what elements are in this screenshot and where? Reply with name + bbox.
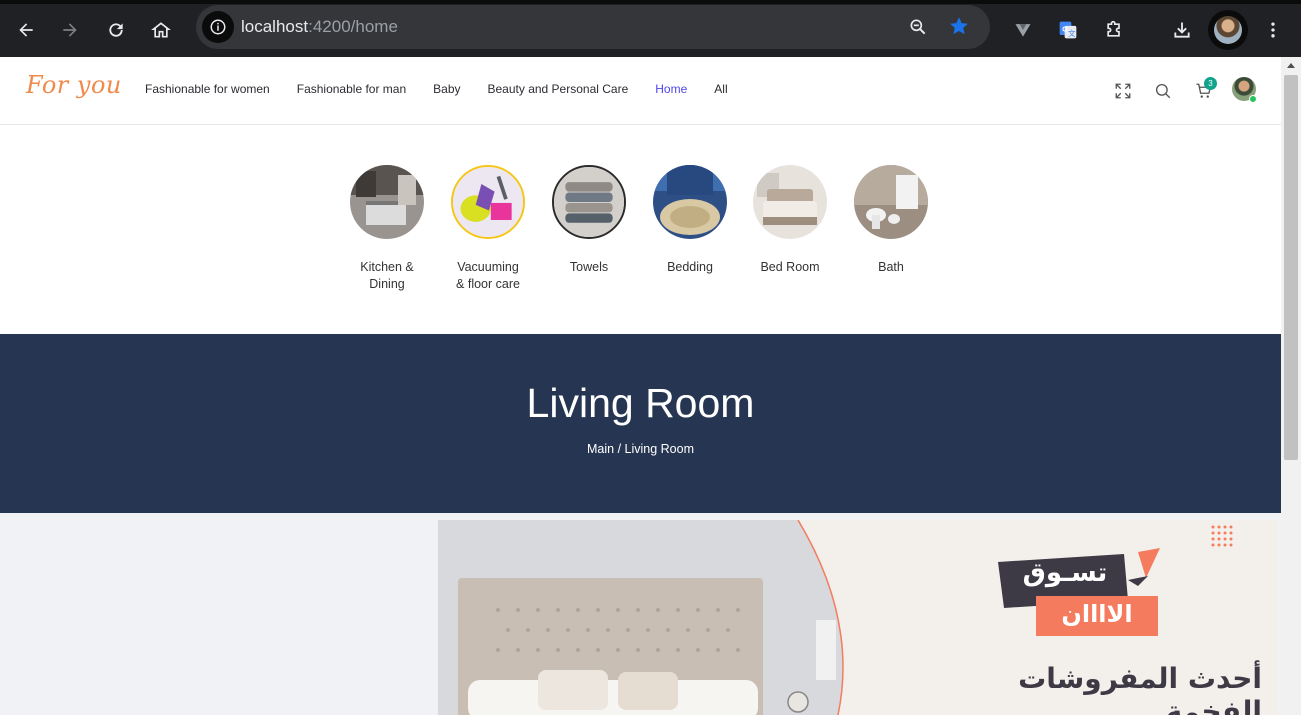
promo-banner[interactable]: تسـوق الاااان أحدث المفروشات الفخمة <box>438 520 1278 715</box>
category-bed-room[interactable]: Bed Room <box>745 165 835 276</box>
page-title: Living Room <box>526 380 755 426</box>
extensions-puzzle-icon[interactable] <box>1096 12 1132 48</box>
fullscreen-icon[interactable] <box>1112 80 1134 102</box>
site-info-icon[interactable] <box>202 11 234 43</box>
browser-toolbar: localhost:4200/home G文 <box>0 0 1301 57</box>
address-bar[interactable]: localhost:4200/home <box>196 5 990 49</box>
online-status-dot <box>1249 95 1257 103</box>
category-kitchen-dining[interactable]: Kitchen & Dining <box>342 165 432 293</box>
category-bedding[interactable]: Bedding <box>645 165 735 276</box>
back-icon[interactable] <box>8 12 44 48</box>
category-image <box>753 165 827 239</box>
category-image <box>350 165 424 239</box>
category-label: & floor care <box>456 277 520 291</box>
category-image <box>653 165 727 239</box>
category-label: Bedding <box>667 260 713 274</box>
url-text[interactable]: localhost:4200/home <box>241 17 398 37</box>
nav-item-home[interactable]: Home <box>655 82 687 96</box>
promo-shop-now-line2: الاااان <box>1061 600 1133 628</box>
category-label: Vacuuming <box>457 260 519 274</box>
cart-count-badge: 3 <box>1204 77 1217 90</box>
profile-avatar[interactable] <box>1208 10 1248 50</box>
search-icon[interactable] <box>1152 80 1174 102</box>
category-label: Towels <box>569 260 609 274</box>
category-vacuuming[interactable]: Vacuuming & floor care <box>443 165 533 293</box>
category-image <box>552 165 626 239</box>
nav-item-beauty[interactable]: Beauty and Personal Care <box>488 82 629 96</box>
svg-text:文: 文 <box>1068 28 1076 38</box>
category-image <box>854 165 928 239</box>
menu-kebab-icon[interactable] <box>1255 12 1291 48</box>
extension-v-icon[interactable] <box>1005 12 1041 48</box>
nav-item-man[interactable]: Fashionable for man <box>297 82 406 96</box>
promo-shop-now-line1: تسـوق <box>1022 558 1108 588</box>
google-translate-icon[interactable]: G文 <box>1050 12 1086 48</box>
category-towels[interactable]: Towels <box>544 165 634 276</box>
scroll-up-arrow-icon[interactable] <box>1287 63 1295 68</box>
category-label: Dining <box>369 277 405 291</box>
forward-icon[interactable] <box>52 12 88 48</box>
category-label: Bed Room <box>760 260 820 274</box>
nav-item-baby[interactable]: Baby <box>433 82 460 96</box>
scrollbar-thumb[interactable] <box>1284 75 1298 460</box>
nav-item-women[interactable]: Fashionable for women <box>145 82 270 96</box>
promo-tagline: أحدث المفروشات الفخمة <box>1018 662 1262 715</box>
zoom-icon[interactable] <box>908 17 928 41</box>
home-icon[interactable] <box>143 12 179 48</box>
category-image <box>451 165 525 239</box>
main-nav: Fashionable for women Fashionable for ma… <box>145 82 755 96</box>
page-hero-banner: Living Room Main / Living Room <box>0 334 1281 513</box>
download-icon[interactable] <box>1164 12 1200 48</box>
breadcrumb[interactable]: Main / Living Room <box>0 442 1281 456</box>
category-label: Bath <box>878 260 904 274</box>
category-bath[interactable]: Bath <box>846 165 936 276</box>
nav-item-all[interactable]: All <box>714 82 727 96</box>
category-label: Kitchen & <box>360 260 414 274</box>
site-logo[interactable]: For you <box>26 71 122 99</box>
page-scrollbar[interactable] <box>1281 57 1301 715</box>
bookmark-star-icon[interactable] <box>948 15 970 41</box>
site-header: For you Fashionable for women Fashionabl… <box>0 57 1281 125</box>
reload-icon[interactable] <box>98 12 134 48</box>
